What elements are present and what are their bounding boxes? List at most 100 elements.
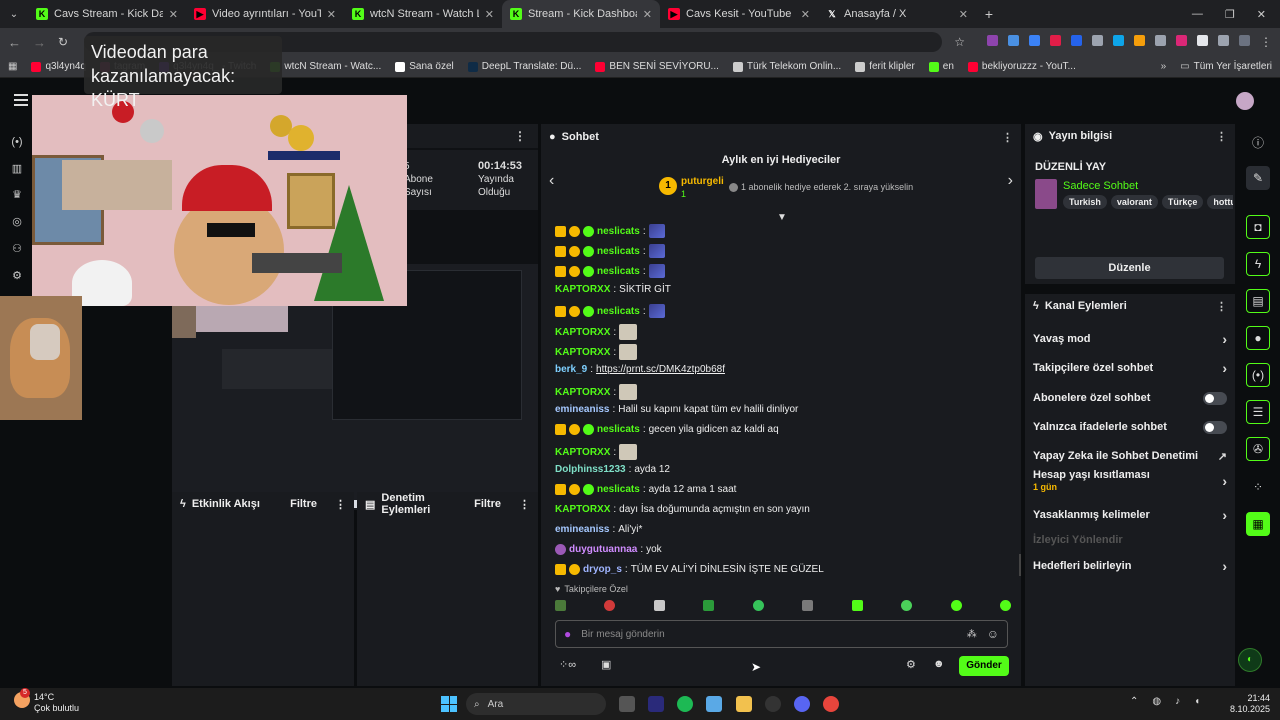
- browser-tab[interactable]: K Stream - Kick Dashboard ✕: [502, 0, 660, 28]
- broadcast-icon[interactable]: (•): [10, 136, 24, 150]
- bookmark-item[interactable]: DeepL Translate: Dü...: [467, 61, 581, 72]
- chrome-icon[interactable]: [823, 696, 839, 712]
- browser-tab[interactable]: KwtcN Stream - Watch Live on Kick ✕: [344, 0, 502, 28]
- category-link[interactable]: Sadece Sohbet: [1063, 180, 1138, 192]
- chat-message[interactable]: KAPTORXX: SİKTİR GİT: [555, 284, 671, 295]
- channel-points-icon[interactable]: ⁘∞: [559, 658, 576, 671]
- chat-username[interactable]: Dolphinss1233: [555, 464, 626, 475]
- emote-icon[interactable]: [703, 600, 715, 611]
- chat-message[interactable]: dryop_s: TÜM EV ALİ'Yİ DİNLESİN İŞTE NE G…: [555, 564, 824, 575]
- hamburger-menu-icon[interactable]: [14, 94, 28, 106]
- emote-icon[interactable]: [752, 600, 764, 611]
- chat-username[interactable]: duygutuannaa: [569, 544, 637, 555]
- apps-grid-icon[interactable]: ▦: [8, 61, 17, 72]
- close-tab-icon[interactable]: ✕: [959, 8, 968, 21]
- clock-time[interactable]: 21:44: [1226, 693, 1270, 704]
- top-gifter-name[interactable]: puturgeli: [681, 176, 724, 187]
- chat-message[interactable]: neslicats: gecen yila gidicen az kaldi aq: [555, 424, 779, 435]
- emote-icon[interactable]: [950, 600, 962, 611]
- bookmark-item[interactable]: Sana özel: [395, 61, 454, 72]
- wrench-icon[interactable]: ✇: [1246, 437, 1270, 461]
- profile-avatar-icon[interactable]: [1239, 35, 1250, 46]
- studio-icon[interactable]: ▦: [1246, 512, 1270, 536]
- bookmark-item[interactable]: q3l4yn4q: [31, 61, 86, 72]
- chat-username[interactable]: neslicats: [597, 226, 640, 237]
- edit-stream-button[interactable]: Düzenle: [1035, 257, 1224, 279]
- prev-arrow-icon[interactable]: ‹: [549, 172, 554, 190]
- bot-icon[interactable]: ☻: [933, 658, 945, 670]
- chat-username[interactable]: KAPTORXX: [555, 447, 610, 458]
- moderation-menu-icon[interactable]: ⋮: [519, 498, 530, 511]
- bookmark-item[interactable]: BEN SENİ SEVİYORU...: [595, 61, 719, 72]
- chat-message[interactable]: neslicats:: [555, 304, 665, 318]
- emoji-icon[interactable]: ☺: [987, 627, 999, 641]
- discord-icon[interactable]: [794, 696, 810, 712]
- emote-icon[interactable]: [653, 600, 665, 611]
- bookmark-item[interactable]: bekliyoruzzz - YouT...: [967, 61, 1076, 72]
- chat-message[interactable]: KAPTORXX:: [555, 324, 638, 340]
- emote-icon[interactable]: [851, 600, 863, 611]
- chat-message[interactable]: neslicats:: [555, 224, 665, 238]
- chat-input-field[interactable]: ● Bir mesaj gönderin ⁂ ☺: [555, 620, 1008, 648]
- tab-search-icon[interactable]: ⌄: [0, 9, 28, 20]
- stream-tag[interactable]: hottul: [1207, 195, 1233, 209]
- browser-tab[interactable]: ▶ Video ayrıntıları - YouTube Studio ✕: [186, 0, 344, 28]
- document-icon[interactable]: ▤: [1246, 289, 1270, 313]
- extension-icon[interactable]: [1113, 35, 1124, 46]
- chat-username[interactable]: KAPTORXX: [555, 387, 610, 398]
- extension-icon[interactable]: [987, 35, 998, 46]
- chat-username[interactable]: berk_9: [555, 364, 587, 375]
- more-bookmarks-icon[interactable]: »: [1161, 61, 1167, 72]
- trophy-icon[interactable]: ♛: [10, 188, 24, 202]
- premiere-icon[interactable]: [648, 696, 664, 712]
- channel-action-item[interactable]: Hesap yaşı kısıtlaması 1 gün ›: [1033, 469, 1227, 492]
- chat-message[interactable]: neslicats:: [555, 264, 665, 278]
- channel-action-item[interactable]: Yavaş mod ›: [1033, 328, 1227, 350]
- users-icon[interactable]: ⚇: [10, 242, 24, 256]
- chat-message[interactable]: emineaniss: Ali'yi*: [555, 524, 642, 535]
- chat-message[interactable]: KAPTORXX: dayı İsa doğumunda açmıştın en …: [555, 504, 810, 515]
- chat-message[interactable]: neslicats: ayda 12 ama 1 saat: [555, 484, 736, 495]
- all-bookmarks[interactable]: ▭ Tüm Yer İşaretleri: [1180, 61, 1272, 72]
- channel-action-item[interactable]: Yasaklanmış kelimeler ›: [1033, 504, 1227, 526]
- bookmark-item[interactable]: ferit klipler: [855, 61, 915, 72]
- task-view-icon[interactable]: [619, 696, 635, 712]
- chat-username[interactable]: dryop_s: [583, 564, 622, 575]
- close-tab-icon[interactable]: ✕: [801, 8, 810, 21]
- chat-username[interactable]: KAPTORXX: [555, 284, 610, 295]
- broadcast-icon[interactable]: (•): [1246, 363, 1270, 387]
- avatar[interactable]: [1236, 92, 1254, 110]
- chat-menu-icon[interactable]: ⋮: [1002, 131, 1013, 144]
- extension-icon[interactable]: [1029, 35, 1040, 46]
- chat-message[interactable]: KAPTORXX:: [555, 444, 638, 460]
- taskbar-search-field[interactable]: ⌕ Ara: [466, 693, 606, 715]
- channel-action-item[interactable]: Abonelere özel sohbet: [1033, 387, 1227, 409]
- emote-icon[interactable]: [604, 600, 616, 611]
- chat-message[interactable]: duygutuannaa: yok: [555, 544, 662, 555]
- chat-username[interactable]: neslicats: [597, 424, 640, 435]
- extension-icon[interactable]: [1197, 35, 1208, 46]
- extension-icon[interactable]: [1176, 35, 1187, 46]
- microphone-icon[interactable]: ●: [564, 627, 571, 641]
- forward-icon[interactable]: →: [33, 35, 46, 50]
- bookmark-item[interactable]: wtcN Stream - Watc...: [270, 61, 381, 72]
- chat-username[interactable]: neslicats: [597, 246, 640, 257]
- spotify-icon[interactable]: [677, 696, 693, 712]
- back-icon[interactable]: ←: [8, 35, 21, 50]
- browser-tab[interactable]: ▶ Cavs Kesit - YouTube ✕: [660, 0, 818, 28]
- chat-username[interactable]: neslicats: [597, 266, 640, 277]
- toggle-switch[interactable]: [1203, 420, 1227, 434]
- close-window-icon[interactable]: ✕: [1257, 8, 1266, 21]
- moderation-filter-button[interactable]: Filtre: [474, 498, 501, 510]
- channel-action-item[interactable]: Takipçilere özel sohbet ›: [1033, 357, 1227, 379]
- chat-username[interactable]: KAPTORXX: [555, 347, 610, 358]
- pinned-collapse-icon[interactable]: ▼: [777, 212, 787, 223]
- extensions-puzzle-icon[interactable]: [1218, 35, 1229, 46]
- minimize-icon[interactable]: —: [1192, 8, 1203, 21]
- channel-action-item[interactable]: Yalnızca ifadelerle sohbet: [1033, 416, 1227, 438]
- volume-icon[interactable]: ◖: [1194, 696, 1200, 707]
- preview-menu-icon[interactable]: ⋮: [514, 129, 526, 143]
- chat-username[interactable]: neslicats: [597, 306, 640, 317]
- stream-tag[interactable]: Turkish: [1063, 195, 1107, 209]
- edit-pencil-icon[interactable]: ✎: [1246, 166, 1270, 190]
